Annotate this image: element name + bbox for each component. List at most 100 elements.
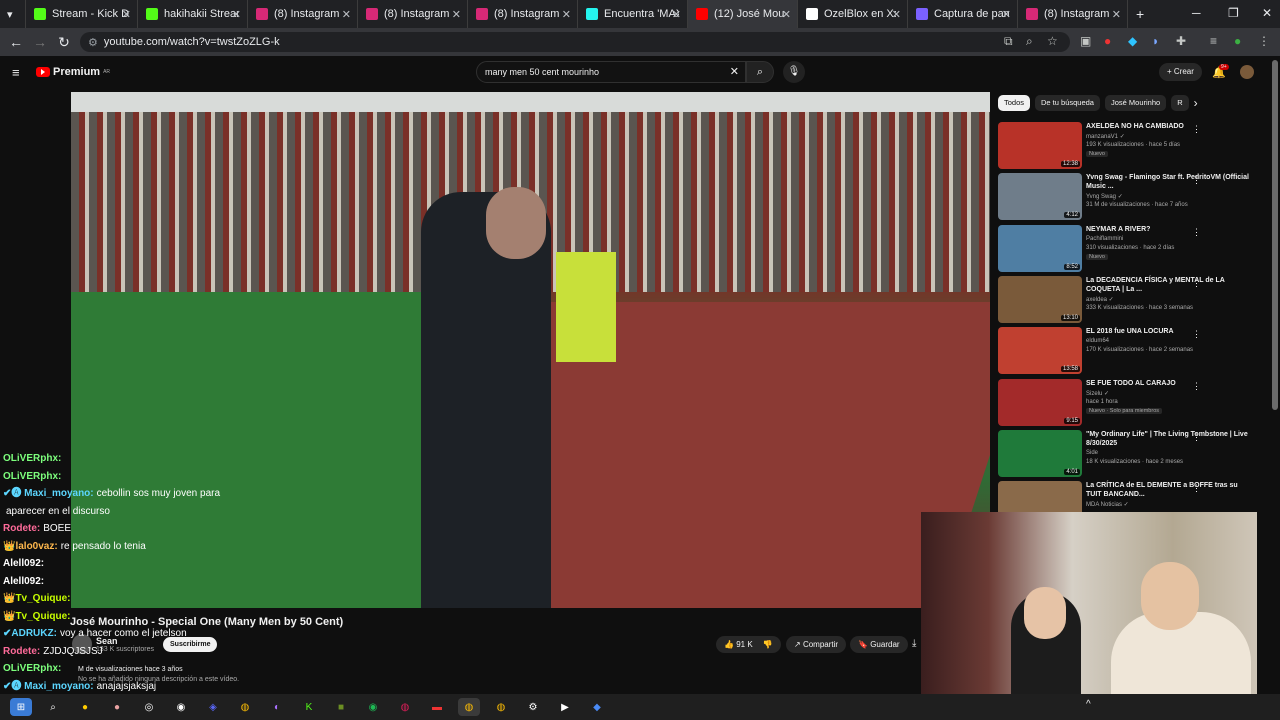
video-thumbnail[interactable]: 12:38	[998, 122, 1082, 169]
tab-2[interactable]: hakihakii Stream ✕	[138, 0, 248, 28]
video-thumbnail[interactable]: 9:15	[998, 378, 1082, 426]
recommendation-title[interactable]: AXELDEA NO HA CAMBIADO	[1086, 122, 1254, 131]
tab-1[interactable]: Stream - Kick Da:✕	[26, 0, 138, 28]
tab-9[interactable]: Captura de pant ✕	[908, 0, 1018, 28]
maximize-icon[interactable]: ❐	[1228, 6, 1239, 20]
more-options-icon[interactable]: ⋮	[1192, 483, 1201, 494]
chips-next-icon[interactable]: ›	[1194, 96, 1198, 110]
recommendation-item[interactable]: 4:01 "My Ordinary Life" | The Living Tomb…	[998, 429, 1268, 480]
taskbar-app-icon[interactable]: ●	[106, 698, 128, 716]
recommendation-title[interactable]: NEYMAR A RIVER?	[1086, 225, 1254, 234]
taskbar-app-icon[interactable]: ◍	[394, 698, 416, 716]
tab-5[interactable]: (8) Instagram ✕	[468, 0, 578, 28]
clear-search-icon[interactable]: ✕	[730, 65, 739, 78]
recommendation-item[interactable]: 12:38 AXELDEA NO HA CAMBIADO manzanaV1 ✓ 19…	[998, 122, 1268, 172]
recommendation-title[interactable]: "My Ordinary Life" | The Living Tombston…	[1086, 430, 1254, 448]
share-button[interactable]: ↗ Compartir	[786, 636, 847, 653]
tab-3[interactable]: (8) Instagram ✕	[248, 0, 358, 28]
menu-icon[interactable]: ≡	[12, 65, 20, 80]
close-window-icon[interactable]: ✕	[1262, 6, 1272, 20]
extension-icon[interactable]: ●	[1104, 34, 1111, 48]
video-thumbnail[interactable]: 4:01	[998, 429, 1082, 477]
tab-close-icon[interactable]: ✕	[782, 8, 791, 21]
tab-close-icon[interactable]: ✕	[1002, 8, 1011, 21]
discord-icon[interactable]: ◈	[202, 698, 224, 716]
video-thumbnail[interactable]: 13:10	[998, 275, 1082, 323]
recommendation-item[interactable]: 13:58 EL 2018 fue UNA LOCURA eldum64 170 K …	[998, 327, 1268, 377]
recommendation-item[interactable]: 4:12 Yvng Swag - Flamingo Star ft. Pedrit…	[998, 173, 1268, 223]
chrome-icon[interactable]: ◍	[458, 698, 480, 716]
thumbs-down-icon[interactable]: 👎	[763, 640, 773, 649]
youtube-logo[interactable]: Premium AR	[36, 66, 110, 78]
tab-4[interactable]: (8) Instagram ✕	[358, 0, 468, 28]
tab-6[interactable]: Encuentra 'MAX V✕	[578, 0, 688, 28]
extension-icon[interactable]: ▣	[1080, 34, 1091, 48]
chrome-icon[interactable]: ◍	[490, 698, 512, 716]
tab-close-icon[interactable]: ✕	[452, 8, 461, 21]
minecraft-icon[interactable]: ■	[330, 698, 352, 716]
kick-icon[interactable]: K	[298, 698, 320, 716]
more-options-icon[interactable]: ⋮	[1192, 329, 1201, 340]
tab-close-icon[interactable]: ✕	[562, 8, 571, 21]
filter-chip[interactable]: R	[1171, 95, 1189, 111]
recommendation-channel[interactable]: manzanaV1 ✓	[1086, 133, 1125, 140]
filter-chip[interactable]: José Mourinho	[1104, 95, 1167, 111]
taskbar-app-icon[interactable]: ▬	[426, 698, 448, 716]
tab-10[interactable]: (8) Instagram ✕	[1018, 0, 1128, 28]
create-button[interactable]: + Crear	[1159, 63, 1202, 81]
more-options-icon[interactable]: ⋮	[1192, 278, 1201, 289]
taskbar-search-icon[interactable]: ⌕	[42, 698, 64, 716]
start-icon[interactable]: ⊞	[10, 698, 32, 716]
chrome-icon[interactable]: ◍	[234, 698, 256, 716]
recommendation-title[interactable]: EL 2018 fue UNA LOCURA	[1086, 327, 1254, 336]
recommendation-channel[interactable]: axeldea ✓	[1086, 296, 1114, 303]
tab-close-icon[interactable]: ✕	[342, 8, 351, 21]
tab-8[interactable]: OzelBlox en X: "el✕	[798, 0, 908, 28]
address-bar[interactable]: ⚙ youtube.com/watch?v=twstZoZLG-k	[80, 32, 1070, 52]
more-options-icon[interactable]: ⋮	[1192, 381, 1201, 392]
filter-chip[interactable]: Todos	[998, 95, 1031, 111]
recommendation-title[interactable]: La DECADENCIA FÍSICA y MENTAL de LA COQU…	[1086, 276, 1254, 294]
minimize-icon[interactable]: ─	[1192, 6, 1201, 20]
taskbar-app-icon[interactable]: ●	[74, 698, 96, 716]
more-options-icon[interactable]: ⋮	[1192, 432, 1201, 443]
taskbar-app-icon[interactable]: ◆	[586, 698, 608, 716]
recommendation-channel[interactable]: eldum64	[1086, 338, 1109, 344]
like-button[interactable]: 👍 91 K 👎	[716, 636, 781, 653]
extension-icon[interactable]: ◗	[1152, 34, 1159, 48]
tab-list-button[interactable]: ▾	[0, 0, 26, 28]
recommendation-channel[interactable]: MDA Noticias ✓	[1086, 501, 1129, 508]
more-options-icon[interactable]: ⋮	[1192, 175, 1201, 186]
recommendation-channel[interactable]: Sizelu ✓	[1086, 390, 1109, 397]
steam-icon[interactable]: ◎	[138, 698, 160, 716]
new-tab-button[interactable]: +	[1128, 0, 1152, 28]
cast-icon[interactable]: ⧉	[1004, 34, 1013, 49]
reading-list-icon[interactable]: ≡	[1210, 34, 1217, 48]
page-scrollbar[interactable]	[1272, 60, 1278, 410]
more-options-icon[interactable]: ⋮	[1192, 124, 1201, 135]
search-button[interactable]: ⌕	[746, 61, 774, 83]
voice-search-button[interactable]: 🎙	[783, 61, 805, 83]
extensions-puzzle-icon[interactable]: ✚	[1176, 34, 1186, 48]
save-button[interactable]: 🔖 Guardar	[850, 636, 908, 653]
zoom-icon[interactable]: ⌕	[1026, 34, 1033, 49]
tab-close-icon[interactable]: ✕	[1112, 8, 1121, 21]
settings-icon[interactable]: ⚙	[522, 698, 544, 716]
reload-icon[interactable]: ↻	[52, 34, 76, 51]
site-info-icon[interactable]: ⚙	[88, 36, 98, 49]
download-icon[interactable]: ⤓	[912, 638, 916, 649]
twitch-icon[interactable]: ◐	[266, 698, 288, 716]
browser-menu-icon[interactable]: ⋮	[1258, 34, 1270, 48]
recommendation-channel[interactable]: Yvng Swag ✓	[1086, 193, 1123, 200]
avatar[interactable]	[1240, 65, 1254, 79]
forward-icon[interactable]: →	[28, 34, 52, 50]
video-thumbnail[interactable]: 4:12	[998, 173, 1082, 221]
media-player-icon[interactable]: ▶	[554, 698, 576, 716]
tab-7[interactable]: (12) José Mou ✕	[688, 0, 798, 28]
tab-close-icon[interactable]: ✕	[672, 8, 681, 21]
recommendation-channel[interactable]: Side	[1086, 450, 1098, 456]
tab-close-icon[interactable]: ✕	[122, 8, 131, 21]
recommendation-item[interactable]: 13:10 La DECADENCIA FÍSICA y MENTAL de LA…	[998, 275, 1268, 326]
video-thumbnail[interactable]: 8:52	[998, 224, 1082, 272]
filter-chip[interactable]: De tu búsqueda	[1035, 95, 1100, 111]
